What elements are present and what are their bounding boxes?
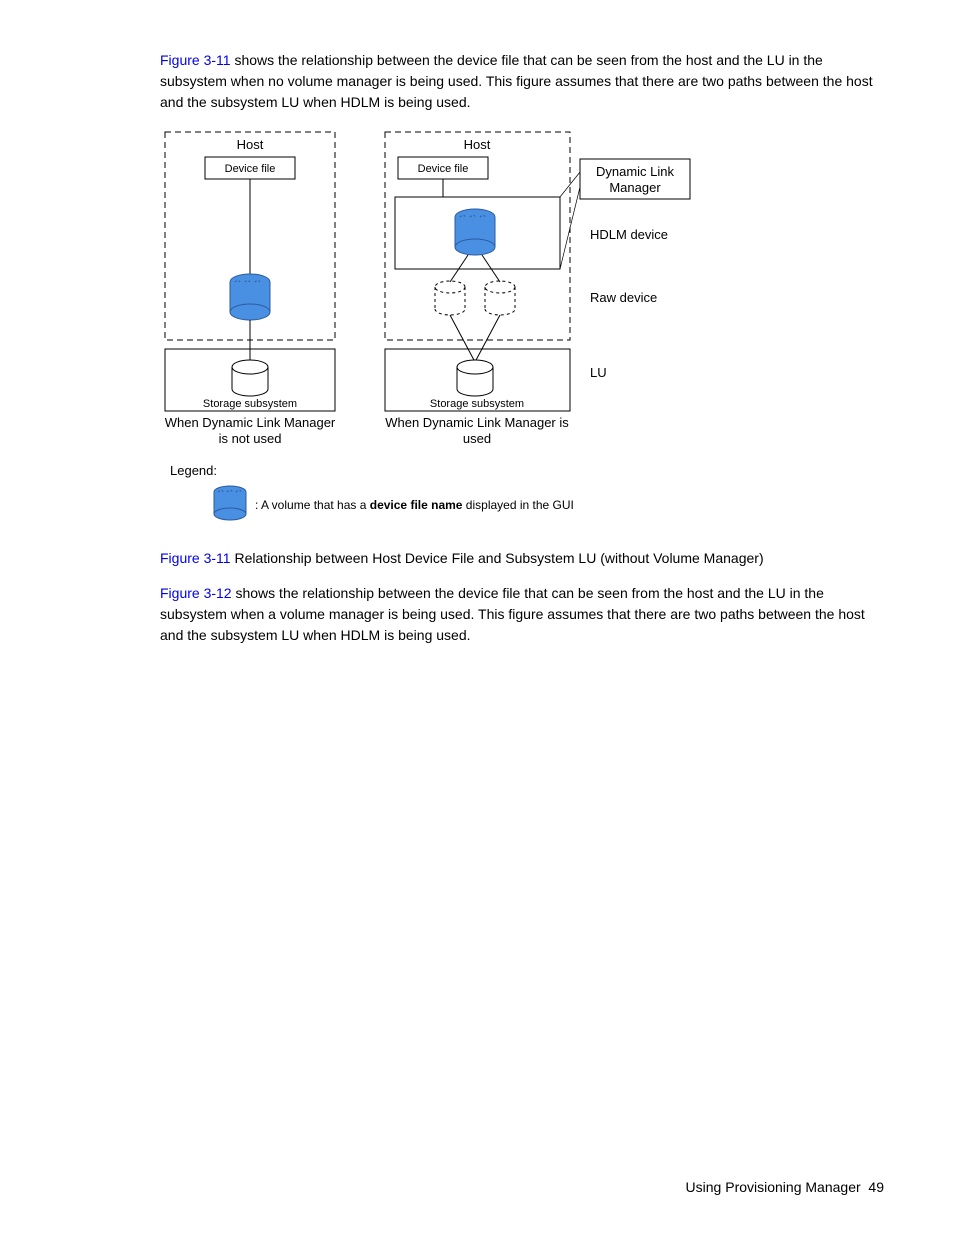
right-storage-label: Storage subsystem bbox=[430, 398, 524, 410]
footer-page-number: 49 bbox=[868, 1179, 884, 1195]
raw-device-label: Raw device bbox=[590, 290, 657, 305]
figure-3-12-link[interactable]: Figure 3-12 bbox=[160, 585, 232, 601]
figure-3-11-diagram: Host Device file bbox=[160, 127, 884, 540]
lu-label: LU bbox=[590, 365, 607, 380]
left-host-label: Host bbox=[237, 137, 264, 152]
right-caption-2: used bbox=[463, 431, 491, 446]
left-caption-1: When Dynamic Link Manager bbox=[165, 415, 336, 430]
figure-3-11-caption-ref: Figure 3-11 bbox=[160, 550, 231, 566]
right-blue-hdlm-icon bbox=[455, 209, 495, 255]
right-lu-cylinder-icon bbox=[457, 360, 493, 396]
right-host-label: Host bbox=[464, 137, 491, 152]
dlm-label-1: Dynamic Link bbox=[596, 164, 675, 179]
intro-paragraph-1: Figure 3-11 shows the relationship betwe… bbox=[160, 50, 884, 113]
right-device-file-label: Device file bbox=[418, 163, 469, 175]
left-lu-cylinder-icon bbox=[232, 360, 268, 396]
left-blue-volume-icon bbox=[230, 274, 270, 320]
dlm-label-2: Manager bbox=[609, 180, 661, 195]
footer-title: Using Provisioning Manager bbox=[686, 1179, 861, 1195]
figure-3-11-caption-text: Relationship between Host Device File an… bbox=[231, 550, 764, 566]
intro-text-2: shows the relationship between the devic… bbox=[160, 585, 865, 643]
left-caption-2: is not used bbox=[219, 431, 282, 446]
legend-text: : A volume that has a device file name d… bbox=[255, 498, 574, 512]
intro-text-1: shows the relationship between the devic… bbox=[160, 52, 873, 110]
raw-device-right-icon bbox=[485, 281, 515, 315]
hdlm-device-label: HDLM device bbox=[590, 227, 668, 242]
legend-volume-icon bbox=[214, 486, 246, 520]
figure-3-11-link[interactable]: Figure 3-11 bbox=[160, 52, 231, 68]
raw-device-left-icon bbox=[435, 281, 465, 315]
intro-paragraph-2: Figure 3-12 shows the relationship betwe… bbox=[160, 583, 884, 646]
page-footer: Using Provisioning Manager 49 bbox=[686, 1179, 884, 1195]
left-device-file-label: Device file bbox=[225, 163, 276, 175]
left-storage-label: Storage subsystem bbox=[203, 398, 297, 410]
right-caption-1: When Dynamic Link Manager is bbox=[385, 415, 569, 430]
legend-title: Legend: bbox=[170, 463, 217, 478]
figure-3-11-caption: Figure 3-11 Relationship between Host De… bbox=[160, 548, 884, 569]
